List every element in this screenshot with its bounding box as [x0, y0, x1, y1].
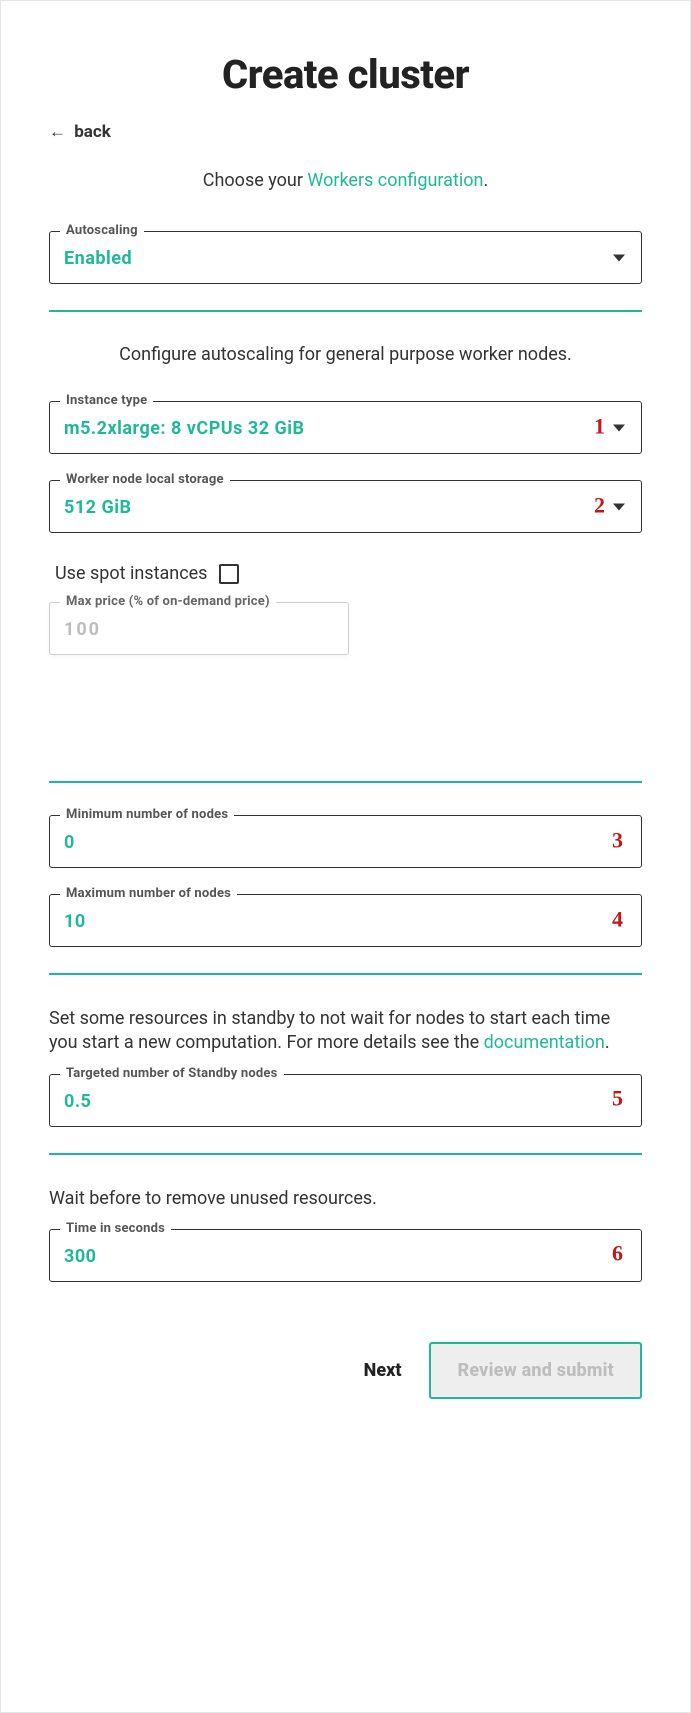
standby-nodes-value: 0.5: [64, 1091, 91, 1112]
min-nodes-input[interactable]: Minimum number of nodes 0 3: [49, 815, 642, 868]
separator: [49, 1153, 642, 1155]
arrow-left-icon: ←: [49, 122, 66, 142]
standby-nodes-input[interactable]: Targeted number of Standby nodes 0.5 5: [49, 1074, 642, 1127]
wait-seconds-value: 300: [64, 1246, 96, 1267]
max-price-legend: Max price (% of on-demand price): [60, 594, 276, 609]
wait-seconds-legend: Time in seconds: [60, 1221, 171, 1236]
annotation-3: 3: [612, 827, 623, 853]
chevron-down-icon: [613, 424, 625, 431]
max-nodes-value: 10: [64, 911, 86, 932]
page-title: Create cluster: [49, 51, 642, 98]
separator: [49, 310, 642, 312]
max-nodes-legend: Maximum number of nodes: [60, 886, 237, 901]
max-price-input[interactable]: Max price (% of on-demand price) 100: [49, 602, 349, 655]
standby-desc-suffix: .: [605, 1032, 610, 1053]
subtitle-suffix: .: [483, 170, 488, 191]
chevron-down-icon: [613, 254, 625, 261]
wait-desc: Wait before to remove unused resources.: [49, 1187, 642, 1211]
max-nodes-input[interactable]: Maximum number of nodes 10 4: [49, 894, 642, 947]
workers-config-link[interactable]: Workers configuration: [307, 170, 483, 191]
storage-value: 512 GiB: [64, 497, 131, 518]
back-link[interactable]: ← back: [49, 122, 111, 142]
storage-legend: Worker node local storage: [60, 472, 230, 487]
standby-desc: Set some resources in standby to not wai…: [49, 1007, 642, 1056]
instance-type-value: m5.2xlarge: 8 vCPUs 32 GiB: [64, 418, 305, 439]
instance-type-legend: Instance type: [60, 393, 153, 408]
documentation-link[interactable]: documentation: [484, 1032, 605, 1053]
annotation-5: 5: [612, 1086, 623, 1112]
footer-row: Next Review and submit: [49, 1342, 642, 1399]
back-label: back: [74, 122, 111, 142]
standby-nodes-legend: Targeted number of Standby nodes: [60, 1066, 284, 1081]
autoscaling-legend: Autoscaling: [60, 223, 144, 238]
subtitle: Choose your Workers configuration.: [49, 170, 642, 191]
annotation-1: 1: [594, 413, 605, 439]
autoscaling-value: Enabled: [64, 248, 132, 269]
review-submit-button[interactable]: Review and submit: [429, 1342, 642, 1399]
next-button[interactable]: Next: [364, 1360, 402, 1381]
spot-instances-checkbox[interactable]: [219, 564, 239, 584]
storage-select[interactable]: Worker node local storage 512 GiB 2: [49, 480, 642, 533]
annotation-2: 2: [594, 492, 605, 518]
separator: [49, 973, 642, 975]
min-nodes-legend: Minimum number of nodes: [60, 807, 234, 822]
chevron-down-icon: [613, 503, 625, 510]
separator: [49, 781, 642, 783]
create-cluster-page: Create cluster ← back Choose your Worker…: [0, 0, 691, 1713]
wait-seconds-input[interactable]: Time in seconds 300 6: [49, 1229, 642, 1282]
subtitle-prefix: Choose your: [203, 170, 308, 191]
annotation-4: 4: [612, 906, 623, 932]
instance-type-select[interactable]: Instance type m5.2xlarge: 8 vCPUs 32 GiB…: [49, 401, 642, 454]
autoscaling-select[interactable]: Autoscaling Enabled: [49, 231, 642, 284]
spot-instances-row: Use spot instances: [55, 563, 642, 584]
autoscaling-config-desc: Configure autoscaling for general purpos…: [49, 344, 642, 365]
min-nodes-value: 0: [64, 832, 75, 853]
annotation-6: 6: [612, 1241, 623, 1267]
max-price-value: 100: [64, 619, 101, 640]
spot-instances-label: Use spot instances: [55, 563, 207, 584]
